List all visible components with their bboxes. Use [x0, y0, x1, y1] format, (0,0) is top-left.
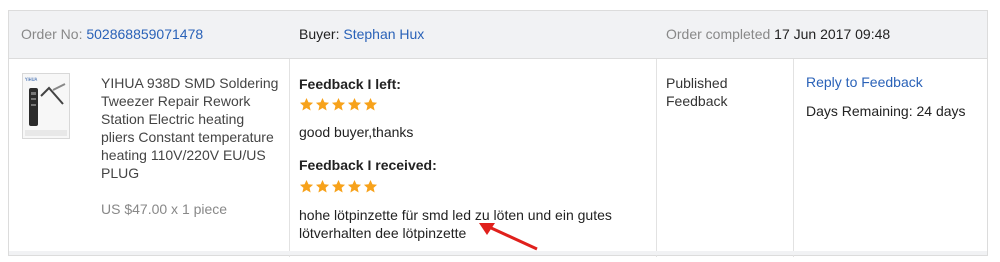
order-completed-label: Order completed	[666, 26, 771, 42]
feedback-received-text: hohe lötpinzette für smd led zu löten un…	[299, 207, 612, 241]
order-number-field: Order No: 502868859071478	[21, 26, 203, 42]
feedback-left-stars	[299, 97, 378, 112]
buyer-field: Buyer: Stephan Hux	[299, 26, 424, 42]
reply-to-feedback-link[interactable]: Reply to Feedback	[806, 74, 923, 90]
star-icon	[299, 179, 314, 193]
order-header: Order No: 502868859071478 Buyer: Stephan…	[9, 11, 987, 59]
star-icon	[315, 179, 330, 193]
order-card: Order No: 502868859071478 Buyer: Stephan…	[8, 10, 988, 257]
tweezer-product-image: YIHUA	[23, 74, 69, 138]
star-icon	[331, 179, 346, 193]
annotation-arrow-icon	[479, 223, 538, 251]
feedback-status: Published Feedback	[666, 75, 728, 109]
feedback-received-title: Feedback I received:	[299, 157, 437, 173]
star-icon	[347, 179, 362, 193]
feedback-left-text: good buyer,thanks	[299, 124, 414, 140]
feedback-received-stars	[299, 179, 378, 194]
column-divider	[793, 59, 794, 257]
feedback-left-title: Feedback I left:	[299, 76, 401, 92]
column-divider	[289, 59, 290, 257]
order-completed-field: Order completed 17 Jun 2017 09:48	[666, 26, 890, 42]
star-icon	[299, 97, 314, 111]
star-icon	[363, 97, 378, 111]
thumb-brand: YIHUA	[24, 77, 38, 82]
product-title[interactable]: YIHUA 938D SMD Soldering Tweezer Repair …	[101, 74, 281, 182]
product-price: US $47.00 x 1 piece	[101, 201, 228, 217]
column-divider	[656, 59, 657, 257]
order-number-label: Order No:	[21, 26, 83, 42]
star-icon	[315, 97, 330, 111]
buyer-name-link[interactable]: Stephan Hux	[343, 26, 424, 42]
buyer-label: Buyer:	[299, 26, 340, 42]
order-completed-date: 17 Jun 2017 09:48	[774, 26, 891, 42]
star-icon	[347, 97, 362, 111]
card-bottom-strip	[9, 251, 987, 255]
star-icon	[331, 97, 346, 111]
star-icon	[363, 179, 378, 193]
product-thumbnail[interactable]: YIHUA	[22, 73, 70, 139]
days-remaining: Days Remaining: 24 days	[806, 103, 966, 119]
order-number-link[interactable]: 502868859071478	[86, 26, 203, 42]
